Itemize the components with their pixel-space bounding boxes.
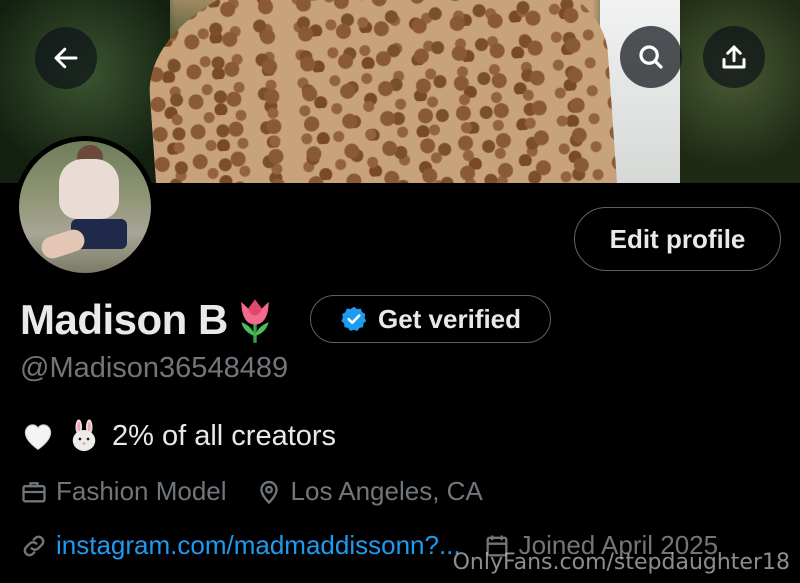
profile-meta-row: Fashion Model Los Angeles, CA — [20, 476, 511, 507]
arrow-left-icon — [54, 47, 78, 69]
avatar[interactable] — [14, 136, 156, 278]
search-button[interactable] — [620, 26, 682, 88]
tulip-emoji-icon — [241, 299, 269, 343]
display-name: Madison B — [20, 296, 228, 343]
name-row: Madison B — [20, 292, 278, 348]
avatar-top — [59, 159, 119, 219]
website-link-text[interactable]: instagram.com/madmaddissonn?... — [56, 530, 461, 561]
watermark: OnlyFans.com/stepdaughter18 — [452, 550, 790, 575]
banner-leopard-fabric — [141, 0, 619, 183]
share-upload-icon — [722, 45, 746, 69]
share-button[interactable] — [703, 26, 765, 88]
get-verified-button[interactable]: Get verified — [310, 295, 551, 343]
verified-badge-icon — [341, 306, 367, 332]
avatar-photo — [19, 141, 151, 273]
edit-profile-button[interactable]: Edit profile — [574, 207, 781, 271]
profession-item: Fashion Model — [20, 476, 227, 507]
rabbit-face-emoji-icon — [72, 419, 96, 451]
briefcase-icon — [22, 481, 46, 502]
location-item: Los Angeles, CA — [255, 476, 483, 507]
search-icon — [639, 45, 663, 69]
profession-text: Fashion Model — [56, 476, 227, 506]
back-button[interactable] — [35, 27, 97, 89]
location-text: Los Angeles, CA — [290, 476, 483, 506]
bio-text: 2% of all creators — [112, 419, 337, 452]
website-link[interactable]: instagram.com/madmaddissonn?... — [20, 530, 461, 561]
white-heart-emoji-icon — [24, 424, 52, 451]
user-handle: @Madison36548489 — [20, 352, 289, 384]
get-verified-label: Get verified — [377, 303, 522, 334]
location-pin-icon — [259, 480, 278, 504]
link-icon — [23, 535, 45, 556]
avatar-leg — [38, 226, 88, 262]
bio: 2% of all creators — [20, 418, 336, 454]
